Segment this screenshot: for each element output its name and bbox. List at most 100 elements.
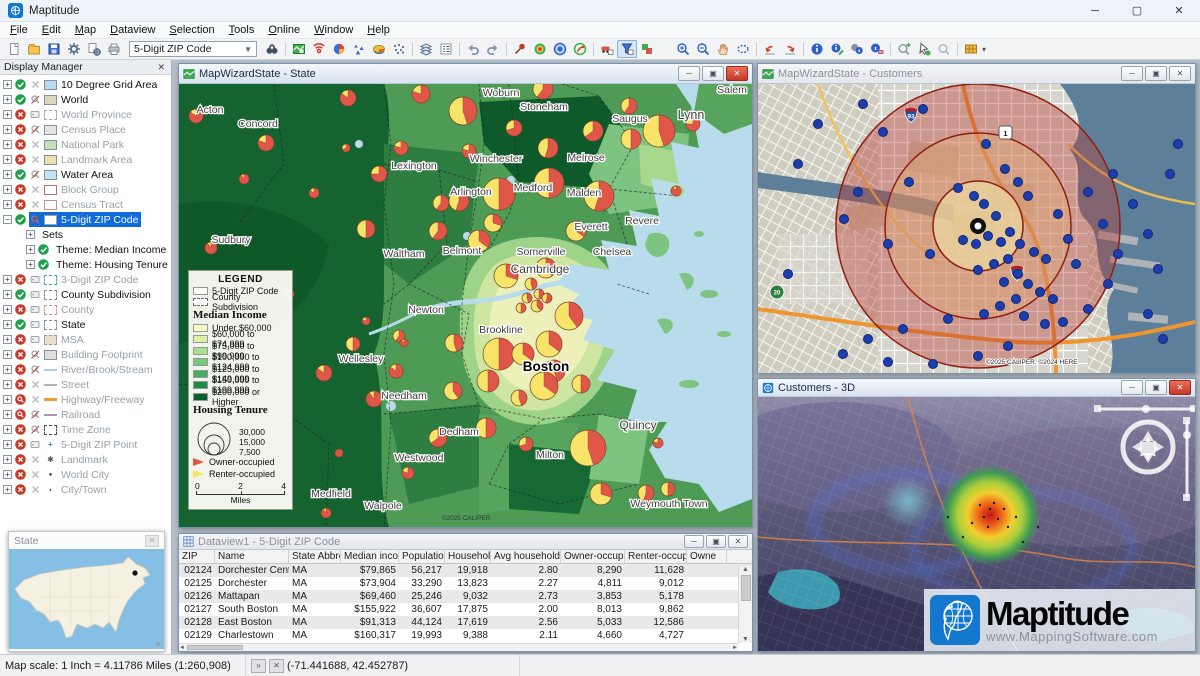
pie-theme-button[interactable] [329, 40, 349, 58]
expand-toggle[interactable]: + [3, 170, 12, 179]
table-row-02126[interactable]: 02126MattapanMA$69,46025,2469,0322.733,8… [179, 590, 752, 603]
layer-style-swatch[interactable]: ✱ [44, 455, 57, 465]
layer-autoscale-icon[interactable] [30, 469, 41, 480]
threed-window-minimize[interactable]: ─ [1121, 380, 1143, 395]
customer-point[interactable] [814, 120, 823, 129]
layer-item-msa[interactable]: +MSA [0, 332, 171, 347]
redo-button[interactable] [483, 40, 503, 58]
minimap-resize-grip[interactable]: ▼ [154, 640, 162, 649]
expand-toggle[interactable]: + [3, 110, 12, 119]
layer-hidden-icon[interactable] [15, 484, 26, 495]
find-button[interactable] [262, 40, 282, 58]
expand-toggle[interactable]: + [3, 80, 12, 89]
customers-window-close[interactable]: ✕ [1169, 66, 1191, 81]
info-multiple-button[interactable] [847, 40, 867, 58]
dataview-column-headers[interactable]: ZIPNameState AbbrevMedian incomePopulati… [179, 550, 752, 564]
dot-density-theme-button[interactable] [389, 40, 409, 58]
layer-autoscale-icon[interactable] [30, 409, 41, 420]
customer-point[interactable] [1014, 270, 1023, 279]
layer-hidden-icon[interactable] [15, 184, 26, 195]
customer-point[interactable] [784, 270, 793, 279]
layer-autoscale-icon[interactable] [30, 424, 41, 435]
layer-autoscale-icon[interactable] [30, 484, 41, 495]
drive-time-ring-button[interactable] [550, 40, 570, 58]
customer-point[interactable] [980, 200, 989, 209]
layer-style-swatch[interactable] [44, 200, 57, 210]
customer-point[interactable] [840, 215, 849, 224]
minimize-button[interactable]: ─ [1074, 0, 1116, 22]
layer-hidden-icon[interactable] [15, 409, 26, 420]
overview-map-panel[interactable]: State ✕ ▼ [8, 531, 165, 652]
expand-toggle[interactable]: + [3, 305, 12, 314]
layer-item-theme-median-income[interactable]: +Theme: Median Income [0, 242, 171, 257]
layer-hidden-icon[interactable] [15, 304, 26, 315]
customers-window-titlebar[interactable]: MapWizardState - Customers ─ ▣ ✕ [758, 64, 1195, 84]
layer-hidden-icon[interactable] [15, 349, 26, 360]
menu-map[interactable]: Map [68, 23, 103, 37]
layer-hidden-icon[interactable] [15, 394, 26, 405]
layer-item-railroad[interactable]: +Railroad [0, 407, 171, 422]
dataview-close[interactable]: ✕ [728, 535, 748, 548]
pan-button[interactable] [713, 40, 733, 58]
layer-item-world[interactable]: +World [0, 92, 171, 107]
layer-style-swatch[interactable] [44, 110, 57, 120]
layer-autoscale-icon[interactable] [30, 94, 41, 105]
menu-help[interactable]: Help [360, 23, 397, 37]
layer-hidden-icon[interactable] [15, 439, 26, 450]
column-header-median-income[interactable]: Median income [341, 550, 399, 563]
expand-toggle[interactable]: + [3, 335, 12, 344]
customer-point[interactable] [864, 335, 873, 344]
expand-toggle[interactable]: + [3, 425, 12, 434]
table-row-02127[interactable]: 02127South BostonMA$155,92236,60717,8752… [179, 603, 752, 616]
table-row-02128[interactable]: 02128East BostonMA$91,31344,12417,6192.5… [179, 616, 752, 629]
layer-style-swatch[interactable] [44, 275, 57, 285]
map-window-restore[interactable]: ▣ [702, 66, 724, 81]
customer-point[interactable] [1174, 140, 1183, 149]
layer-hidden-icon[interactable] [15, 139, 26, 150]
customer-point[interactable] [974, 352, 983, 361]
layer-autoscale-icon[interactable] [30, 79, 41, 90]
layer-autoscale-icon[interactable] [30, 304, 41, 315]
layer-style-swatch[interactable] [44, 140, 57, 150]
customer-point[interactable] [794, 160, 803, 169]
layer-autoscale-icon[interactable] [30, 169, 41, 180]
layer-visible-icon[interactable] [38, 259, 49, 270]
layer-style-swatch[interactable] [44, 215, 57, 225]
layer-item-theme-housing-tenure[interactable]: +Theme: Housing Tenure [0, 257, 171, 272]
expand-toggle[interactable]: + [26, 260, 35, 269]
layer-item-5-digit-zip-point[interactable]: ++5-Digit ZIP Point [0, 437, 171, 452]
threed-window-restore[interactable]: ▣ [1145, 380, 1167, 395]
expand-toggle[interactable]: + [3, 140, 12, 149]
layer-style-swatch[interactable] [44, 125, 57, 135]
customer-point[interactable] [1064, 235, 1073, 244]
customer-point[interactable] [899, 325, 908, 334]
customer-point[interactable] [1030, 248, 1039, 257]
customer-point[interactable] [926, 250, 935, 259]
customer-point[interactable] [1004, 342, 1013, 351]
customer-point[interactable] [1012, 295, 1021, 304]
layer-style-swatch[interactable] [44, 414, 57, 416]
dataview-restore[interactable]: ▣ [706, 535, 726, 548]
customer-point[interactable] [1006, 228, 1015, 237]
display-manager-toggle-button[interactable] [617, 40, 637, 58]
statusbar-close-button[interactable]: ✕ [269, 659, 284, 673]
save-button[interactable] [44, 40, 64, 58]
customer-point[interactable] [919, 105, 928, 114]
customer-point[interactable] [884, 358, 893, 367]
customer-point[interactable] [1084, 188, 1093, 197]
layer-hidden-icon[interactable] [15, 124, 26, 135]
pushpin-button[interactable] [510, 40, 530, 58]
customer-point[interactable] [1059, 318, 1068, 327]
customer-point[interactable] [984, 232, 993, 241]
layer-visible-icon[interactable] [38, 244, 49, 255]
map-window-customers[interactable]: MapWizardState - Customers ─ ▣ ✕ [757, 63, 1196, 374]
layer-item-landmark[interactable]: +✱Landmark [0, 452, 171, 467]
expand-toggle[interactable]: + [3, 350, 12, 359]
expand-toggle[interactable]: + [3, 455, 12, 464]
map-window-titlebar[interactable]: MapWizardState - State ─ ▣ ✕ [179, 64, 752, 84]
customer-point[interactable] [1144, 230, 1153, 239]
previous-scale-button[interactable] [760, 40, 780, 58]
layer-autoscale-icon[interactable] [30, 139, 41, 150]
working-layer-dropdown[interactable]: 5-Digit ZIP Code▼ [129, 41, 257, 57]
map-window-state[interactable]: MapWizardState - State ─ ▣ ✕ [178, 63, 753, 528]
